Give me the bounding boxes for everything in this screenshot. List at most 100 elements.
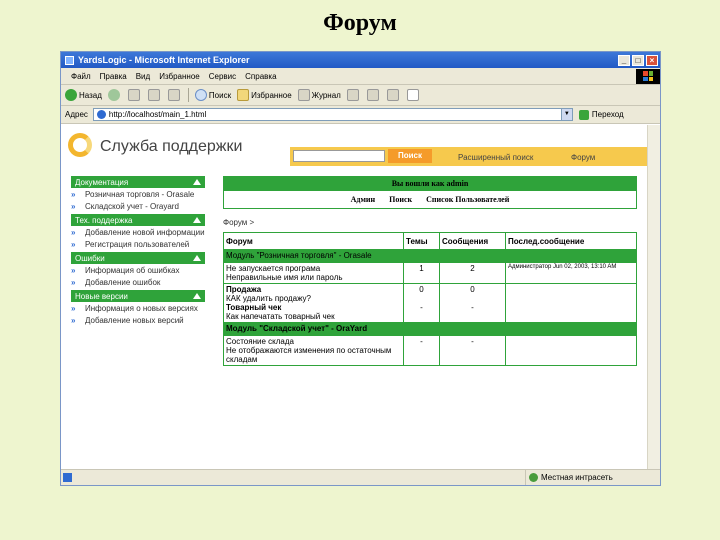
address-url: http://localhost/main_1.html xyxy=(108,110,207,119)
toolbar: Назад Поиск Избранное Журнал xyxy=(61,85,660,106)
address-bar: Адрес http://localhost/main_1.html ▼ Пер… xyxy=(61,106,660,124)
breadcrumb[interactable]: Форум > xyxy=(223,218,637,227)
history-toolbar-button[interactable]: Журнал xyxy=(297,89,341,101)
menu-help[interactable]: Справка xyxy=(245,72,276,81)
discuss-button[interactable] xyxy=(406,89,421,101)
go-button[interactable]: Переход xyxy=(578,109,624,120)
history-icon xyxy=(297,89,310,101)
collapse-icon[interactable] xyxy=(193,255,201,261)
welcome-box: Вы вошли как admin Админ Поиск Список По… xyxy=(223,176,637,209)
main-content: Вы вошли как admin Админ Поиск Список По… xyxy=(223,176,637,366)
sidebar-item[interactable]: » Добавление ошибок xyxy=(71,278,205,287)
forum-cell: Не запускается програма Неправильные имя… xyxy=(223,262,404,284)
forum-group-row: Модуль "Складской учет" - OraYard xyxy=(223,322,637,336)
favorites-toolbar-button[interactable]: Избранное xyxy=(237,89,292,101)
sidebar-item[interactable]: » Регистрация пользователей xyxy=(71,240,205,249)
menu-view[interactable]: Вид xyxy=(136,72,150,81)
print-button[interactable] xyxy=(366,89,381,101)
sidebar-item[interactable]: » Складской учет - Orayard xyxy=(71,202,205,211)
topics-count: 0 - xyxy=(403,283,440,323)
forum-title[interactable]: Продажа xyxy=(226,285,401,294)
edit-button[interactable] xyxy=(386,89,401,101)
welcome-text: Вы вошли как admin xyxy=(224,177,636,191)
mail-icon xyxy=(346,89,359,101)
sidebar-section-errors[interactable]: Ошибки xyxy=(71,252,205,264)
stop-icon xyxy=(127,89,140,101)
forum-title[interactable]: Состояние склада xyxy=(226,337,401,346)
close-button[interactable]: × xyxy=(646,54,658,66)
collapse-icon[interactable] xyxy=(193,179,201,185)
collapse-icon[interactable] xyxy=(193,217,201,223)
site-logo-text: Служба поддержки xyxy=(100,138,243,155)
forum-cell: Состояние склада Не отображаются изменен… xyxy=(223,335,404,366)
last-post[interactable] xyxy=(505,335,637,366)
back-arrow-icon xyxy=(65,89,77,101)
back-button[interactable]: Назад xyxy=(65,89,102,101)
topics-count: 1 xyxy=(403,262,440,284)
table-row: Не запускается програма Неправильные имя… xyxy=(223,262,637,284)
sidebar-item[interactable]: » Информация об ошибках xyxy=(71,266,205,275)
forum-title[interactable]: Не запускается програма xyxy=(226,264,401,273)
users-list-link[interactable]: Список Пользователей xyxy=(426,195,509,204)
column-header: Послед.сообщение xyxy=(505,232,637,250)
bullet-icon: » xyxy=(71,228,76,237)
window-title: YardsLogic - Microsoft Internet Explorer xyxy=(78,55,250,65)
maximize-button[interactable]: □ xyxy=(632,54,644,66)
last-post[interactable]: Администратор Jun 02, 2003, 13:10 AM xyxy=(505,262,637,284)
slide-title: Форум xyxy=(323,10,397,36)
site-search-button[interactable]: Поиск xyxy=(388,149,432,163)
sidebar-section-docs[interactable]: Документация xyxy=(71,176,205,188)
table-row: Продажа КАК удалить продажу? Товарный че… xyxy=(223,283,637,323)
minimize-button[interactable]: _ xyxy=(618,54,630,66)
page-content: Служба поддержки Поиск Расширенный поиск… xyxy=(61,125,648,470)
column-header: Сообщения xyxy=(439,232,506,250)
forum-description: Неправильные имя или пароль xyxy=(226,273,343,282)
sidebar-section-versions[interactable]: Новые версии xyxy=(71,290,205,302)
refresh-button[interactable] xyxy=(147,89,162,101)
forum-group-title[interactable]: Модуль "Складской учет" - OraYard xyxy=(223,322,637,336)
security-zone: Местная интрасеть xyxy=(525,470,660,485)
collapse-icon[interactable] xyxy=(193,293,201,299)
go-arrow-icon xyxy=(578,109,589,120)
column-header: Форум xyxy=(223,232,404,250)
stop-button[interactable] xyxy=(127,89,142,101)
printer-icon xyxy=(366,89,379,101)
admin-link[interactable]: Админ xyxy=(351,195,376,204)
menu-file[interactable]: Файл xyxy=(71,72,91,81)
windows-logo-icon xyxy=(636,68,660,84)
bullet-icon: » xyxy=(71,190,76,199)
forum-cell: Продажа КАК удалить продажу? Товарный че… xyxy=(223,283,404,323)
sidebar-item[interactable]: » Информация о новых версиях xyxy=(71,304,205,313)
sidebar-item[interactable]: » Розничная торговля - Orasale xyxy=(71,190,205,199)
sidebar-item[interactable]: » Добавление новой информации xyxy=(71,228,205,237)
advanced-search-link[interactable]: Расширенный поиск xyxy=(458,153,533,162)
mail-button[interactable] xyxy=(346,89,361,101)
posts-count: - xyxy=(439,335,506,366)
topics-count: - xyxy=(403,335,440,366)
bullet-icon: » xyxy=(71,202,76,211)
address-label: Адрес xyxy=(65,110,88,119)
document-icon xyxy=(406,89,419,101)
address-input[interactable]: http://localhost/main_1.html ▼ xyxy=(92,108,573,121)
forward-button[interactable] xyxy=(107,89,122,101)
posts-count: 2 xyxy=(439,262,506,284)
bullet-icon: » xyxy=(71,316,76,325)
home-icon xyxy=(167,89,180,101)
vertical-scrollbar[interactable] xyxy=(647,125,660,470)
search-toolbar-button[interactable]: Поиск xyxy=(194,89,231,101)
support-logo-icon xyxy=(68,133,92,157)
menu-edit[interactable]: Правка xyxy=(100,72,127,81)
page-status-icon xyxy=(63,473,72,482)
sidebar-section-support[interactable]: Тех. поддержка xyxy=(71,214,205,226)
search-link[interactable]: Поиск xyxy=(389,195,412,204)
sidebar-item[interactable]: » Добавление новых версий xyxy=(71,316,205,325)
menu-favorites[interactable]: Избранное xyxy=(159,72,200,81)
site-search-input[interactable] xyxy=(293,150,385,162)
forum-link[interactable]: Форум xyxy=(571,153,595,162)
refresh-icon xyxy=(147,89,160,101)
address-dropdown-icon[interactable]: ▼ xyxy=(560,109,572,120)
menu-tools[interactable]: Сервис xyxy=(209,72,236,81)
forum-title[interactable]: Товарный чек xyxy=(226,303,401,312)
home-button[interactable] xyxy=(167,89,182,101)
forum-group-title[interactable]: Модуль "Розничная торговля" - Orasale xyxy=(223,249,637,263)
